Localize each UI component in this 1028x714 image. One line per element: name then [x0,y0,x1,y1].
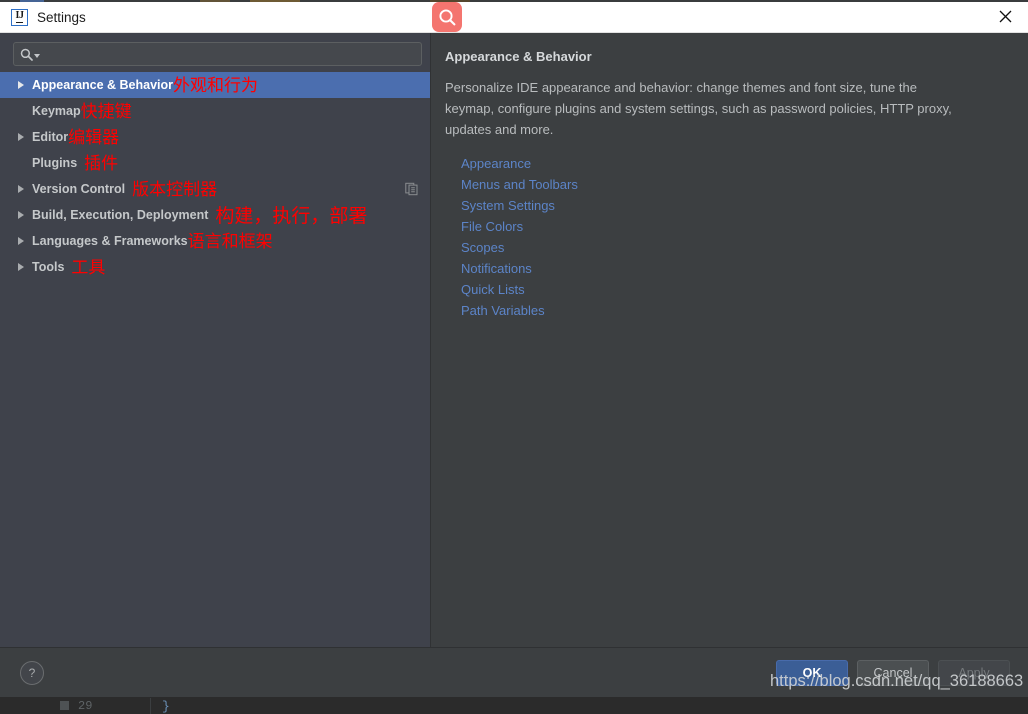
close-icon [999,10,1011,23]
detail-link-system-settings[interactable]: System Settings [461,195,555,216]
dialog-titlebar: IJ Settings [0,2,1028,33]
expand-arrow-icon[interactable] [18,81,32,89]
expand-arrow-icon[interactable] [18,263,32,271]
sidebar-item-build-execution-deployment[interactable]: Build, Execution, Deployment 构建，执行，部署 [0,202,430,228]
sidebar-item-label: Languages & Frameworks [32,234,188,248]
detail-link-scopes[interactable]: Scopes [461,237,504,258]
dialog-body: Appearance & Behavior 外观和行为 Keymap 快捷键 Edito… [0,33,1028,697]
sidebar-item-annotation: 构建，执行，部署 [215,204,368,227]
search-filter-chevron-down-icon[interactable] [34,53,40,58]
expand-arrow-icon[interactable] [18,185,32,193]
app-icon-letters: IJ [15,10,24,23]
expand-arrow-icon[interactable] [18,133,32,141]
sidebar-item-label: Appearance & Behavior [32,78,174,92]
search-icon [438,8,455,25]
detail-link-path-variables[interactable]: Path Variables [461,300,545,321]
sidebar-item-label: Editor [32,130,69,144]
backdrop-editor-line [0,696,1028,714]
apply-button: Apply [938,659,1010,686]
sidebar-item-annotation: 快捷键 [80,101,132,122]
detail-link-notifications[interactable]: Notifications [461,258,532,279]
sidebar-item-annotation: 语言和框架 [187,231,273,252]
search-badge-button[interactable] [432,2,462,32]
sidebar-item-plugins[interactable]: Plugins 插件 [0,150,430,176]
dialog-title: Settings [37,9,86,25]
detail-link-file-colors[interactable]: File Colors [461,216,523,237]
search-icon [20,48,33,61]
detail-panel: Appearance & Behavior Personalize IDE ap… [431,33,1028,647]
help-button[interactable]: ? [20,660,44,685]
sidebar-item-label: Build, Execution, Deployment [32,208,209,222]
search-box[interactable] [13,42,422,66]
sidebar-item-tools[interactable]: Tools 工具 [0,254,430,280]
sidebar-item-annotation: 外观和行为 [173,75,259,96]
detail-description: Personalize IDE appearance and behavior:… [445,80,952,137]
sidebar-item-languages-frameworks[interactable]: Languages & Frameworks 语言和框架 [0,228,430,254]
sidebar-item-label: Plugins [32,156,78,170]
backdrop-gutter-separator [150,698,151,714]
sidebar-item-appearance-behavior[interactable]: Appearance & Behavior 外观和行为 [0,72,430,98]
dialog-footer: ? OK Cancel Apply [0,648,1028,697]
ok-button[interactable]: OK [776,659,848,686]
sidebar-item-annotation: 工具 [71,257,106,278]
detail-link-list: Appearance Menus and Toolbars System Setti… [445,153,1012,321]
settings-tree: Appearance & Behavior 外观和行为 Keymap 快捷键 Edito… [0,72,430,647]
sidebar-item-keymap[interactable]: Keymap 快捷键 [0,98,430,124]
search-input[interactable] [45,46,415,62]
cancel-button[interactable]: Cancel [857,659,929,686]
close-button[interactable] [982,2,1028,31]
detail-link-quick-lists[interactable]: Quick Lists [461,279,525,300]
intellij-idea-icon: IJ [11,8,28,26]
detail-link-menus-and-toolbars[interactable]: Menus and Toolbars [461,174,578,195]
footer-button-group: OK Cancel Apply [776,659,1010,686]
sidebar-item-annotation: 版本控制器 [132,179,218,200]
settings-dialog: IJ Settings Appearance & Behavior 外观和行为 … [0,2,1028,697]
expand-arrow-icon[interactable] [18,237,32,245]
expand-arrow-icon[interactable] [18,211,32,219]
backdrop-gutter-marker [60,701,69,710]
settings-sidebar: Appearance & Behavior 外观和行为 Keymap 快捷键 Edito… [0,33,431,647]
backdrop-line-number: 29 [78,699,93,713]
sidebar-item-editor[interactable]: Editor 编辑器 [0,124,430,150]
copy-icon[interactable] [405,182,418,196]
sidebar-item-version-control[interactable]: Version Control 版本控制器 [0,176,430,202]
sidebar-item-annotation: 编辑器 [68,127,120,148]
sidebar-item-label: Keymap [32,104,81,118]
dialog-panes: Appearance & Behavior 外观和行为 Keymap 快捷键 Edito… [0,33,1028,648]
sidebar-item-annotation: 插件 [84,153,119,174]
detail-title: Appearance & Behavior [445,49,592,64]
detail-link-appearance[interactable]: Appearance [461,153,531,174]
sidebar-item-label: Version Control [32,182,126,196]
backdrop-code-brace: } [162,699,170,714]
sidebar-item-label: Tools [32,260,65,274]
sidebar-search-container [0,33,430,72]
